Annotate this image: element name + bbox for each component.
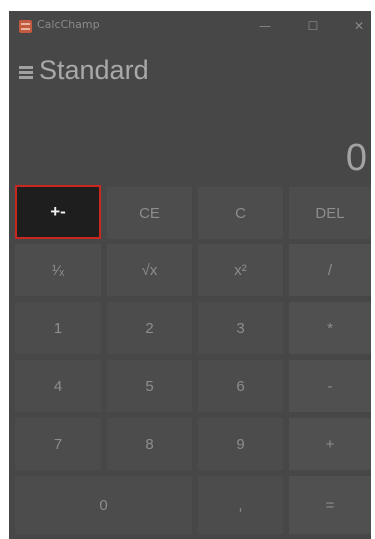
digit-4-button[interactable]: 4 xyxy=(15,360,101,412)
reciprocal-button[interactable]: ¹⁄ₓ xyxy=(15,244,101,296)
digit-1-button[interactable]: 1 xyxy=(15,302,101,354)
clear-button[interactable]: C xyxy=(198,187,283,239)
maximize-button[interactable]: ☐ xyxy=(303,16,323,36)
divide-button[interactable]: / xyxy=(289,244,371,296)
calculator-window: CalcChamp — ☐ ✕ Standard 0 +- CE C DEL ¹… xyxy=(9,11,371,539)
subtract-button[interactable]: - xyxy=(289,360,371,412)
calculator-mode-title: Standard xyxy=(39,55,149,85)
digit-0-button[interactable]: 0 xyxy=(15,476,192,534)
add-button[interactable]: + xyxy=(289,418,371,470)
digit-3-button[interactable]: 3 xyxy=(198,302,283,354)
window-title: CalcChamp xyxy=(37,18,100,31)
negate-button[interactable]: +- xyxy=(15,185,101,239)
digit-6-button[interactable]: 6 xyxy=(198,360,283,412)
minimize-button[interactable]: — xyxy=(255,16,275,36)
calculator-app-icon xyxy=(19,20,32,33)
digit-2-button[interactable]: 2 xyxy=(107,302,192,354)
square-root-button[interactable]: √x xyxy=(107,244,192,296)
hamburger-menu-icon[interactable] xyxy=(19,65,35,81)
title-bar[interactable]: CalcChamp — ☐ ✕ xyxy=(9,11,371,41)
delete-button[interactable]: DEL xyxy=(289,187,371,239)
digit-9-button[interactable]: 9 xyxy=(198,418,283,470)
equals-button[interactable]: = xyxy=(289,476,371,534)
decimal-button[interactable]: , xyxy=(198,476,283,534)
multiply-button[interactable]: * xyxy=(289,302,371,354)
keypad: +- CE C DEL ¹⁄ₓ √x x² / 1 2 3 * 4 5 6 - … xyxy=(9,185,371,539)
display-value: 0 xyxy=(345,137,367,179)
digit-5-button[interactable]: 5 xyxy=(107,360,192,412)
square-button[interactable]: x² xyxy=(198,244,283,296)
clear-entry-button[interactable]: CE xyxy=(107,187,192,239)
digit-8-button[interactable]: 8 xyxy=(107,418,192,470)
digit-7-button[interactable]: 7 xyxy=(15,418,101,470)
close-button[interactable]: ✕ xyxy=(349,16,369,36)
